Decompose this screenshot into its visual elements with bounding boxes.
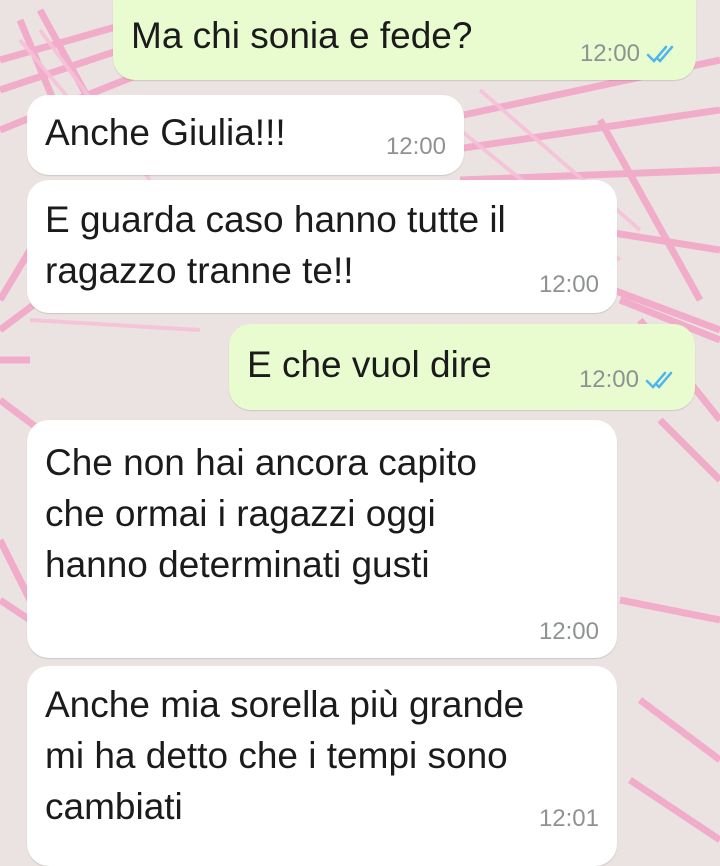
message-bubble-outgoing[interactable]: Ma chi sonia e fede? 12:00 [113, 0, 696, 80]
message-bubble-incoming[interactable]: Che non hai ancora capito che ormai i ra… [27, 420, 617, 658]
message-meta: 12:00 [386, 133, 446, 161]
message-time: 12:00 [385, 133, 446, 160]
message-time: 12:00 [538, 618, 599, 645]
message-bubble-incoming[interactable]: Anche Giulia!!! 12:00 [27, 95, 464, 175]
message-meta: 12:00 [580, 40, 678, 68]
message-bubble-incoming[interactable]: Anche mia sorella più grande mi ha detto… [27, 666, 617, 866]
message-bubble-outgoing[interactable]: E che vuol dire 12:00 [229, 324, 695, 410]
message-bubble-incoming[interactable]: E guarda caso hanno tutte il ragazzo tra… [27, 180, 617, 313]
message-meta: 12:01 [539, 805, 599, 833]
message-text: Anche Giulia!!! [45, 112, 286, 153]
message-meta: 12:00 [579, 366, 677, 394]
double-check-read-icon [646, 45, 674, 63]
message-meta: 12:00 [539, 618, 599, 646]
message-text: Ma chi sonia e fede? [131, 15, 473, 56]
message-time: 12:01 [538, 805, 599, 832]
message-time: 12:00 [578, 366, 639, 393]
message-text: Anche mia sorella più grande mi ha detto… [45, 684, 525, 827]
message-meta: 12:00 [539, 271, 599, 299]
message-time: 12:00 [579, 40, 640, 67]
message-text: E che vuol dire [247, 344, 492, 385]
double-check-read-icon [645, 371, 673, 389]
message-time: 12:00 [538, 271, 599, 298]
message-text: Che non hai ancora capito che ormai i ra… [45, 442, 477, 585]
message-text: E guarda caso hanno tutte il ragazzo tra… [45, 199, 506, 291]
